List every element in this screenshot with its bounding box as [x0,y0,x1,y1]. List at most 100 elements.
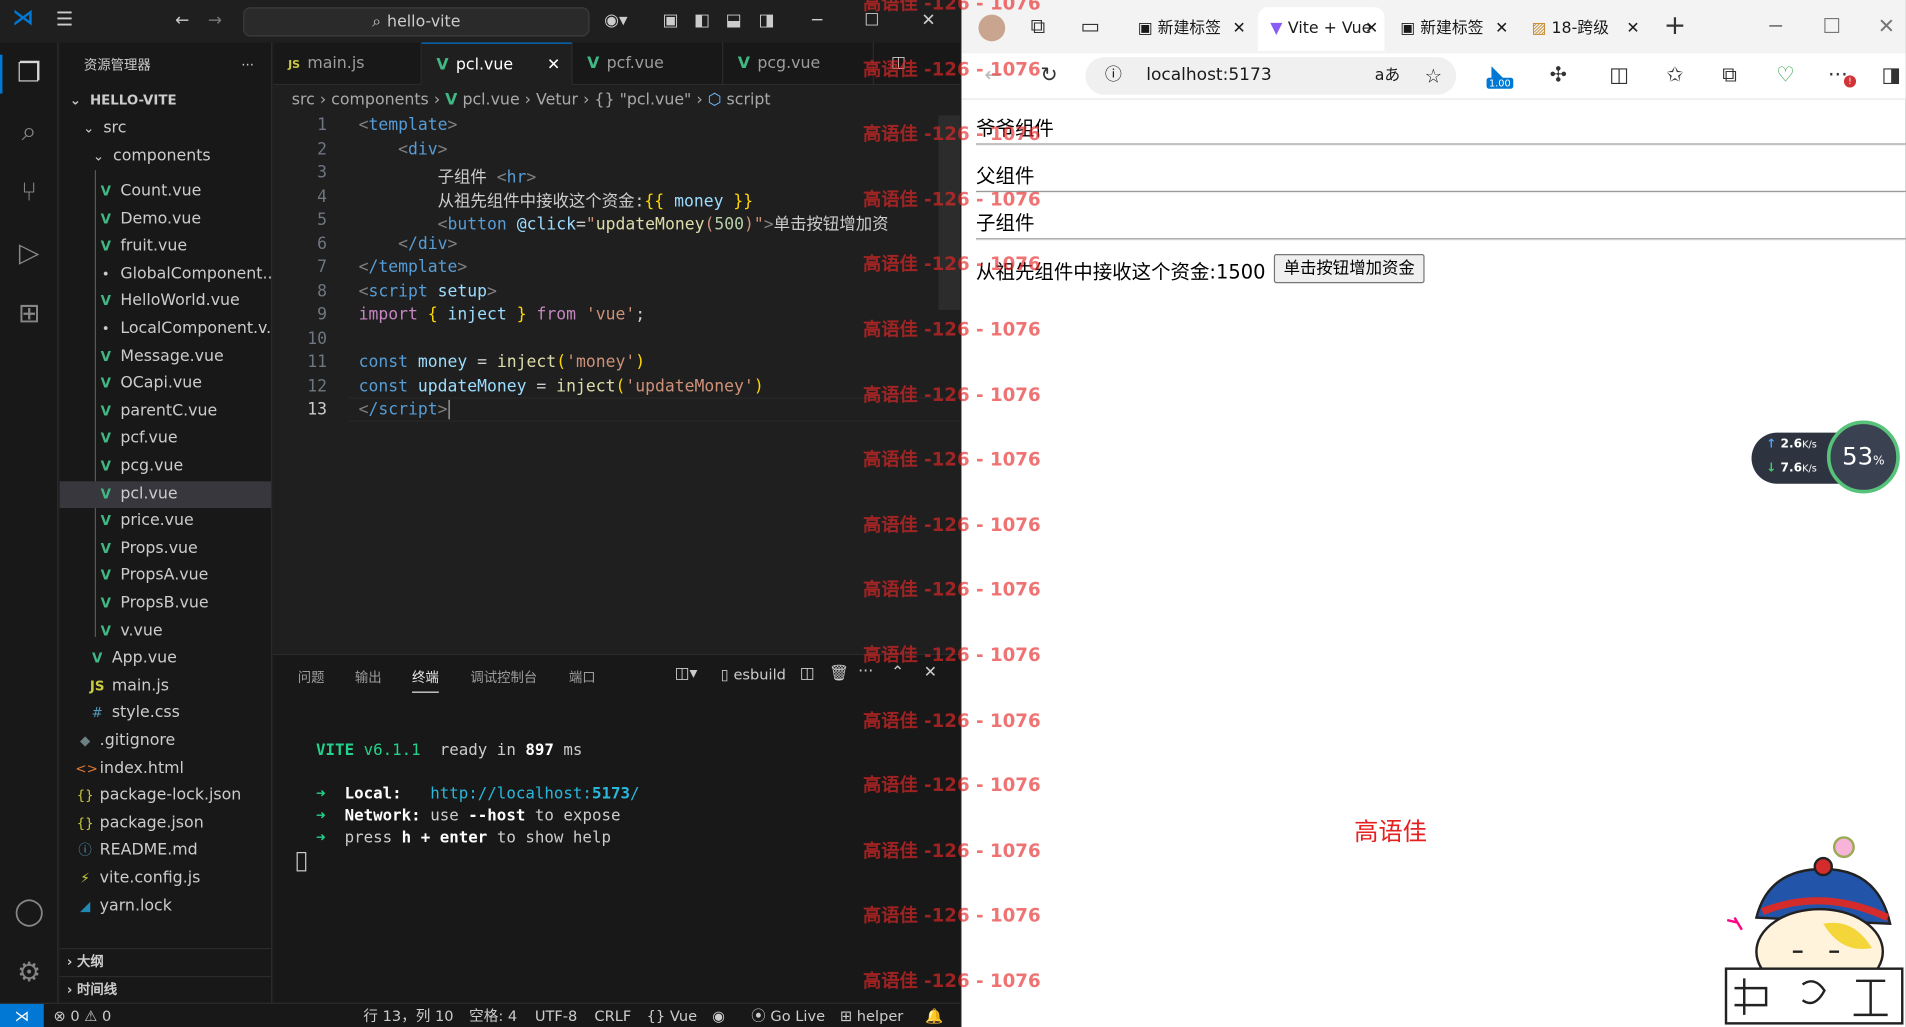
close-tab-icon[interactable]: ✕ [1626,7,1639,51]
file-fruit-vue[interactable]: Vfruit.vue [60,234,271,261]
site-info-icon[interactable]: ⓘ [1105,57,1122,95]
more-actions-icon[interactable]: ··· [241,57,254,73]
address-bar[interactable]: ⓘ localhost:5173 aあ ☆ [1085,57,1457,95]
panel-tab-problems[interactable]: 问题 [298,667,325,686]
search-view-icon[interactable]: ⌕ [10,113,49,152]
editor-scrollbar[interactable] [938,115,961,310]
settings-gear-icon[interactable]: ⚙ [10,954,49,993]
close-window-icon[interactable]: ✕ [921,10,935,32]
file-pcf-vue[interactable]: Vpcf.vue [60,426,271,453]
file-v-vue[interactable]: Vv.vue [60,618,271,645]
breadcrumb-script[interactable]: script [727,91,771,109]
file-vite-config-js[interactable]: ⚡ vite.config.js [60,865,271,892]
tab-vite-vue[interactable]: ▼ Vite + Vue ✕ [1258,7,1385,52]
panel-tab-ports[interactable]: 端口 [569,667,596,686]
split-terminal-icon[interactable]: ◫ [800,665,815,683]
split-editor-icon[interactable]: ◫ [891,53,906,71]
file-localcomponent-v[interactable]: • LocalComponent.v... [60,316,271,343]
forward-arrow-icon[interactable]: → [208,10,222,32]
command-center-search[interactable]: ⌕ hello-vite [243,7,590,37]
panel-tab-output[interactable]: 输出 [355,667,382,686]
minimize-icon[interactable]: ─ [1762,15,1789,39]
vertical-tabs-icon[interactable]: ▭ [1077,15,1104,39]
add-money-button[interactable]: 单击按钮增加资金 [1273,254,1425,284]
copilot-status-icon[interactable]: ◉ [712,1004,725,1027]
more-actions-icon[interactable]: ··· [858,662,873,680]
file-count-vue[interactable]: V Count.vue [60,179,271,206]
cursor-position[interactable]: 行 13，列 10 [363,1004,453,1027]
back-arrow-icon[interactable]: ← [980,63,1007,87]
file-globalcomponent[interactable]: • GlobalComponent... [60,261,271,288]
notifications-bell-icon[interactable]: 🔔 [925,1004,943,1027]
problems-status[interactable]: ⊗ 0 ⚠ 0 [53,1004,111,1027]
file-main-js[interactable]: JS main.js [60,673,271,700]
toggle-sidebar-icon[interactable]: ◧ [694,10,710,32]
file-pcg-vue[interactable]: Vpcg.vue [60,453,271,480]
read-aloud-icon[interactable]: aあ [1375,57,1400,95]
line-ending[interactable]: CRLF [594,1004,631,1027]
terminal-selector[interactable]: ▯ esbuild [721,666,786,683]
folder-components[interactable]: ⌄ components [60,143,271,170]
encoding[interactable]: UTF-8 [535,1004,578,1027]
file-helloworld-vue[interactable]: V HelloWorld.vue [60,289,271,316]
breadcrumb-components[interactable]: components [331,91,429,109]
helper-status[interactable]: ⊞ helper [840,1004,903,1027]
file-readme-md[interactable]: ⓘ README.md [60,838,271,865]
tab-18[interactable]: ▨ 18-跨级 ✕ [1519,7,1645,51]
layout-customize-icon[interactable]: ▣ [662,10,678,32]
close-tab-icon[interactable]: ✕ [1233,7,1246,51]
split-screen-icon[interactable]: ◫ [1606,63,1633,87]
toggle-panel-icon[interactable]: ⬓ [726,10,742,32]
tab-main-js[interactable]: JS main.js [273,42,422,86]
tab-new-2[interactable]: ▣ 新建标签 ✕ [1388,7,1514,51]
breadcrumb-symbol[interactable]: {} "pcl.vue" [594,91,691,109]
file-package-json[interactable]: {} package.json [60,810,271,837]
language-mode[interactable]: {} Vue [647,1004,697,1027]
collections-icon[interactable]: ⧉ [1716,63,1743,87]
file-propsa-vue[interactable]: V PropsA.vue [60,563,271,590]
close-window-icon[interactable]: ✕ [1873,15,1900,39]
profile-avatar[interactable] [978,14,1006,42]
back-arrow-icon[interactable]: ← [175,10,189,32]
go-live-button[interactable]: ⦿ Go Live [751,1004,825,1027]
extensions-icon[interactable]: ⊞ [10,295,49,334]
breadcrumb-vetur[interactable]: Vetur [536,91,578,109]
minimize-icon[interactable]: ─ [812,10,822,32]
code-editor[interactable]: 1 2 3 4 5 6 7 8 9 10 11 12 13 <template> <div> 子组件 <… [273,115,961,650]
extension-badge[interactable]: ◣ 1.00 [1486,61,1519,93]
favorite-star-icon[interactable]: ☆ [1425,57,1442,95]
file-ocapi-vue[interactable]: V OCapi.vue [60,371,271,398]
file-message-vue[interactable]: V Message.vue [60,343,271,370]
workspaces-icon[interactable]: ⧉ [1025,15,1052,39]
explorer-icon[interactable]: ❐ [0,54,49,94]
project-folder[interactable]: ⌄ HELLO-VITE [60,88,271,115]
file-app-vue[interactable]: V App.vue [60,645,271,672]
tab-pcf-vue[interactable]: Vpcf.vue [573,42,724,86]
file-propsb-vue[interactable]: V PropsB.vue [60,591,271,618]
file-pcl-vue[interactable]: Vpcl.vue [59,480,272,508]
browser-essentials-icon[interactable]: ♡ [1772,63,1799,87]
remote-icon[interactable]: ⋊ [0,1003,44,1027]
close-tab-icon[interactable]: ✕ [1495,7,1508,51]
network-monitor-widget[interactable]: ↑ 2.6K/s ↓ 7.6K/s 53% [1751,420,1900,496]
extensions-puzzle-icon[interactable]: ✣ [1545,63,1572,87]
timeline-section[interactable]: › 时间线 [59,975,272,1003]
file-gitignore[interactable]: ◆ .gitignore [60,728,271,755]
folder-src[interactable]: ⌄ src [60,115,271,142]
file-price-vue[interactable]: Vprice.vue [60,508,271,535]
file-yarn-lock[interactable]: ◢ yarn.lock [60,893,271,920]
file-package-lock-json[interactable]: {} package-lock.json [60,783,271,810]
local-url-link[interactable]: http://localhost:5173/ [430,785,639,803]
file-index-html[interactable]: <> index.html [60,755,271,782]
file-style-css[interactable]: # style.css [60,700,271,727]
indentation[interactable]: 空格: 4 [469,1004,517,1027]
maximize-icon[interactable]: ☐ [1818,15,1845,39]
new-tab-plus-icon[interactable]: + [1662,13,1689,40]
sidebar-toggle-icon[interactable]: ◨ [1878,63,1905,87]
close-tab-icon[interactable]: ✕ [1365,7,1378,51]
copilot-icon[interactable]: ◉▾ [604,10,627,32]
file-props-vue[interactable]: V Props.vue [60,536,271,563]
breadcrumb-file[interactable]: pcl.vue [462,91,519,109]
menu-icon[interactable]: ☰ [56,8,73,31]
trash-icon[interactable]: 🗑 [829,665,849,683]
